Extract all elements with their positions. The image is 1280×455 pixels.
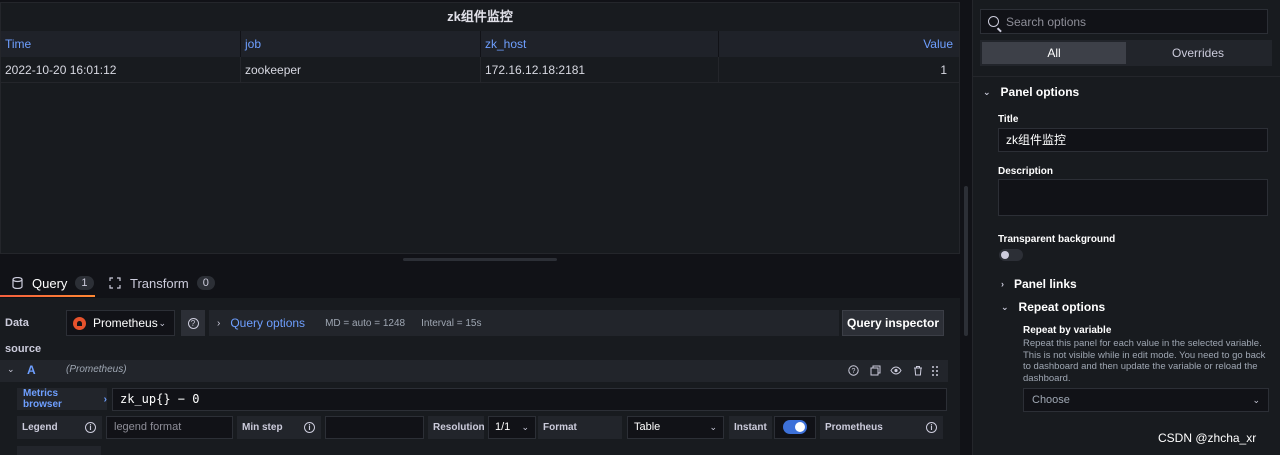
description-label: Description (998, 166, 1054, 177)
pane-resize-handle[interactable] (403, 258, 557, 261)
table-panel: zk组件监控 Time job zk_host Value 2022-10-20… (0, 2, 960, 254)
datasource-selected: Prometheus (93, 316, 158, 330)
transparent-background-label: Transparent background (998, 234, 1116, 245)
scrollbar-thumb[interactable] (964, 186, 968, 336)
query-options-bar[interactable]: › Query options MD = auto = 1248 Interva… (209, 310, 839, 336)
column-header-value[interactable]: Value (719, 31, 959, 57)
query-inspector-button[interactable]: Query inspector (842, 310, 944, 336)
question-circle-icon: ? (187, 317, 199, 329)
exemplars-label: Prometheus i (820, 416, 943, 439)
chevron-right-icon: › (217, 317, 221, 329)
chevron-down-icon: ⌄ (709, 422, 717, 432)
min-step-label: Min step i (237, 416, 321, 439)
collapse-chevron-icon[interactable]: ⌄ (7, 364, 15, 375)
cell-time: 2022-10-20 16:01:12 (1, 57, 241, 83)
options-segmented-control: All Overrides (980, 40, 1272, 66)
instant-toggle[interactable] (783, 420, 807, 434)
format-select[interactable]: Table ⌄ (627, 416, 724, 439)
trash-icon[interactable] (912, 365, 924, 377)
query-datasource-hint: (Prometheus) (66, 364, 127, 375)
min-step-input[interactable] (325, 416, 424, 439)
chevron-down-icon: ⌄ (1252, 394, 1260, 405)
editor-left-area: zk组件监控 Time job zk_host Value 2022-10-20… (0, 0, 960, 455)
datasource-row: Data source Prometheus ⌄ ? › Query optio… (0, 310, 960, 355)
prometheus-icon (73, 316, 86, 330)
panel-options-header[interactable]: ⌄ Panel options (983, 82, 1079, 102)
info-icon: i (926, 422, 937, 433)
metrics-browser-label: Metrics browser (23, 388, 62, 410)
chevron-down-icon: ⌄ (983, 86, 991, 97)
query-row-header[interactable]: ⌄ A (Prometheus) ? (0, 360, 948, 382)
datasource-help-button[interactable]: ? (181, 310, 205, 336)
query-options-label: Query options (230, 316, 306, 330)
tab-query-label: Query (32, 275, 68, 291)
metrics-browser-button[interactable]: Metrics browser › (17, 388, 107, 410)
resolution-label: Resolution (428, 416, 485, 439)
cell-value: 1 (940, 63, 947, 77)
repeat-by-variable-label: Repeat by variable (1023, 325, 1112, 336)
info-icon: i (85, 422, 96, 433)
transform-icon (108, 276, 122, 290)
table-header: Time job zk_host Value (1, 31, 959, 57)
tab-all[interactable]: All (982, 42, 1126, 64)
column-header-job[interactable]: job (241, 31, 481, 57)
database-icon (10, 276, 24, 290)
tab-query[interactable]: Query 1 (10, 268, 94, 298)
cell-job: zookeeper (241, 57, 481, 83)
description-textarea[interactable] (998, 179, 1268, 216)
divider (973, 76, 1280, 77)
title-label: Title (998, 114, 1019, 125)
tab-transform[interactable]: Transform 0 (108, 268, 215, 298)
info-icon: i (304, 422, 315, 433)
help-icon[interactable]: ? (847, 365, 859, 377)
table-row: 2022-10-20 16:01:12 zookeeper 172.16.12.… (1, 57, 959, 83)
max-data-points-info: MD = auto = 1248 (325, 317, 406, 329)
column-header-zk-host[interactable]: zk_host (481, 31, 719, 57)
query-ref-id[interactable]: A (27, 363, 36, 377)
duplicate-icon[interactable] (869, 365, 881, 377)
panel-links-header[interactable]: › Panel links (1001, 274, 1077, 294)
promql-expression-input[interactable]: zk_up{} − 0 (112, 388, 947, 411)
legend-format-input[interactable]: legend format (106, 416, 233, 439)
eye-icon[interactable] (890, 365, 902, 377)
legend-label: Legend i (17, 416, 102, 439)
tab-overrides[interactable]: Overrides (1126, 42, 1270, 64)
query-count-badge: 1 (75, 276, 94, 290)
options-pane: Search options All Overrides ⌄ Panel opt… (972, 0, 1280, 455)
chevron-right-icon: › (103, 393, 107, 405)
repeat-variable-select[interactable]: Choose ⌄ (1023, 388, 1269, 412)
title-input[interactable]: zk组件监控 (998, 128, 1268, 152)
query-tabs: Query 1 Transform 0 (0, 268, 960, 298)
chevron-right-icon: › (1001, 279, 1004, 289)
watermark: CSDN @zhcha_xr (1158, 431, 1257, 445)
datasource-label: Data source (5, 317, 42, 355)
svg-text:?: ? (851, 368, 855, 375)
cell-zk-host: 172.16.12.18:2181 (481, 57, 719, 83)
transform-count-badge: 0 (196, 276, 215, 290)
tab-transform-label: Transform (130, 275, 189, 291)
interval-info: Interval = 15s (421, 317, 482, 329)
chevron-down-icon: ⌄ (1001, 301, 1009, 312)
transparent-background-toggle[interactable] (999, 249, 1023, 261)
repeat-options-header[interactable]: ⌄ Repeat options (1001, 297, 1105, 317)
format-label: Format (538, 416, 622, 439)
chevron-down-icon: ⌄ (158, 317, 166, 328)
active-tab-indicator (0, 295, 95, 297)
search-options-input[interactable]: Search options (980, 9, 1268, 34)
drag-handle-icon[interactable] (929, 365, 941, 377)
query-options-row: Legend i legend format Min step i Resolu… (0, 416, 960, 439)
column-header-time[interactable]: Time (1, 31, 241, 57)
datasource-picker[interactable]: Prometheus ⌄ (66, 310, 175, 336)
partial-option-label (17, 446, 101, 455)
search-icon (988, 16, 999, 27)
instant-label: Instant (729, 416, 772, 439)
panel-title[interactable]: zk组件监控 (1, 3, 959, 31)
chevron-down-icon: ⌄ (521, 422, 529, 432)
repeat-description: Repeat this panel for each value in the … (1023, 338, 1266, 384)
resolution-select[interactable]: 1/1 ⌄ (488, 416, 536, 439)
